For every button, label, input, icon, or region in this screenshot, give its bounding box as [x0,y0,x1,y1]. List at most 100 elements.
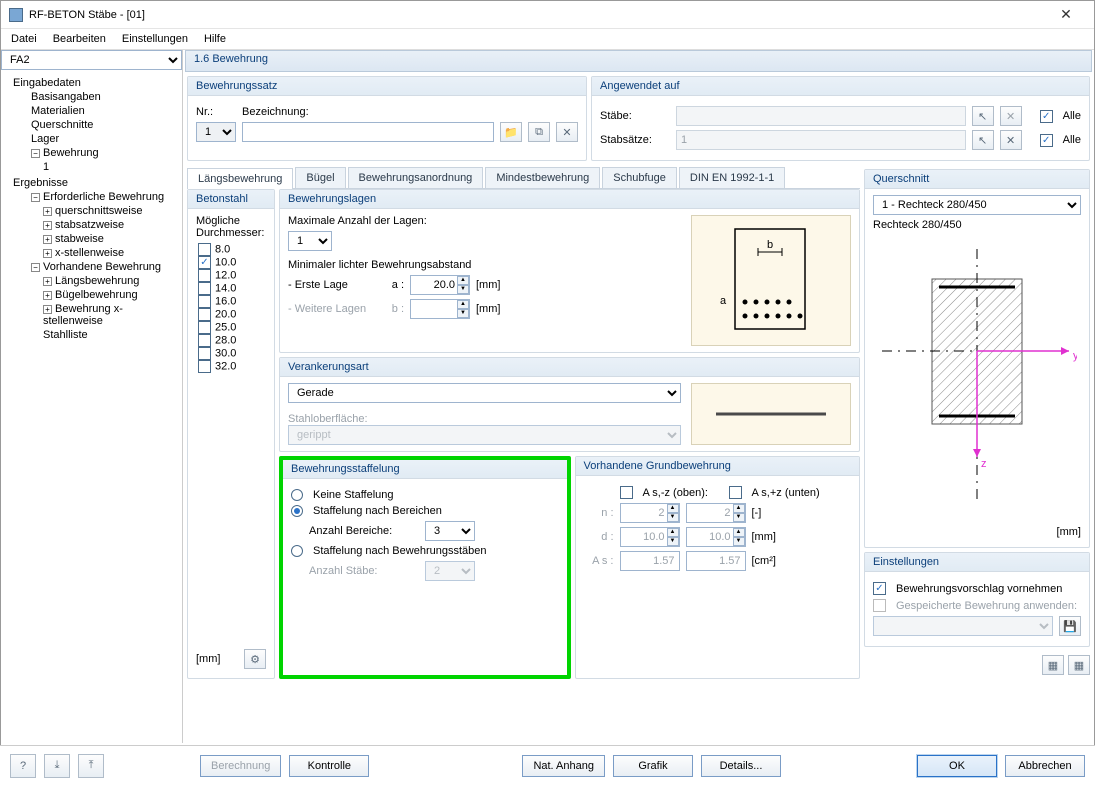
tree-erf[interactable]: −Erforderliche Bewehrung [3,190,180,204]
dia-28[interactable]: 28.0 [196,334,266,347]
tree-vorh[interactable]: −Vorhandene Bewehrung [3,260,180,274]
opt-gespeichert[interactable]: Gespeicherte Bewehrung anwenden: [873,599,1081,612]
pick-button[interactable]: ↖ [972,106,994,126]
dia-16[interactable]: 16.0 [196,295,266,308]
dia-32[interactable]: 32.0 [196,360,266,373]
collapse-icon[interactable]: − [31,149,40,158]
nr-select[interactable]: 1 [196,122,236,142]
tab-laengsbewehrung[interactable]: Längsbewehrung [187,168,293,189]
menu-settings[interactable]: Einstellungen [122,33,188,45]
opt-vorschlag[interactable]: ✓Bewehrungsvorschlag vornehmen [873,582,1081,595]
settings-button[interactable]: ⚙ [244,649,266,669]
folder-button[interactable]: 📁 [500,122,522,142]
dia-8[interactable]: 8.0 [196,243,266,256]
tree-stahlliste[interactable]: Stahlliste [3,328,180,342]
tab-din[interactable]: DIN EN 1992-1-1 [679,167,785,188]
dia-25[interactable]: 25.0 [196,321,266,334]
tree-xsw[interactable]: +x-stellenweise [3,246,180,260]
as-unten-check[interactable] [729,486,742,499]
menu-file[interactable]: Datei [11,33,37,45]
max-lagen-select[interactable]: 1 [288,231,332,251]
weitere-input: ▲▼ [410,299,470,319]
tab-anordnung[interactable]: Bewehrungsanordnung [348,167,484,188]
tab-schubfuge[interactable]: Schubfuge [602,167,677,188]
view-button-1[interactable]: ▦ [1042,655,1064,675]
titlebar: RF-BETON Stäbe - [01] ✕ [1,1,1094,29]
alle-label: Alle [1063,110,1081,122]
tree-bewx[interactable]: +Bewehrung x-stellenweise [3,302,180,328]
save-button[interactable]: 💾 [1059,616,1081,636]
tree-stw[interactable]: +stabweise [3,232,180,246]
tree-lager[interactable]: Lager [3,132,180,146]
expand-icon[interactable]: + [43,249,52,258]
bars-select: 2 [425,561,475,581]
details-button[interactable]: Details... [701,755,781,777]
diameter-list: 8.0 ✓10.0 12.0 14.0 16.0 20.0 25.0 28.0 … [196,243,266,649]
collapse-icon[interactable]: − [31,193,40,202]
group-betonstahl: Betonstahl Mögliche Durchmesser: 8.0 ✓10… [187,189,275,679]
expand-icon[interactable]: + [43,305,52,314]
tab-buegel[interactable]: Bügel [295,167,345,188]
as-oben-val [620,551,680,571]
group-grundbewehrung: Vorhandene Grundbewehrung A s,-z (oben):… [575,456,861,679]
dia-20[interactable]: 20.0 [196,308,266,321]
dia-14[interactable]: 14.0 [196,282,266,295]
bezeichnung-input[interactable] [242,122,494,142]
alle-staebe-check[interactable]: ✓ [1040,110,1053,123]
tree-bew-1[interactable]: 1 [3,160,180,174]
verank-select[interactable]: Gerade [288,383,681,403]
close-icon[interactable]: ✕ [1046,6,1086,23]
expand-icon[interactable]: + [43,207,52,216]
tree-ssw[interactable]: +stabsatzweise [3,218,180,232]
dia-30[interactable]: 30.0 [196,347,266,360]
tree-ergebnisse[interactable]: Ergebnisse [3,176,180,190]
expand-icon[interactable]: + [43,235,52,244]
stabsaetze-field [676,130,966,150]
collapse-icon[interactable]: − [31,263,40,272]
menu-help[interactable]: Hilfe [204,33,226,45]
surf-label: Stahloberfläche: [288,413,681,425]
tree-materialien[interactable]: Materialien [3,104,180,118]
dia-10[interactable]: ✓10.0 [196,256,266,269]
nat-anhang-button[interactable]: Nat. Anhang [522,755,605,777]
pick-button[interactable]: ↖ [972,130,994,150]
menu-edit[interactable]: Bearbeiten [53,33,106,45]
grafik-button[interactable]: Grafik [613,755,693,777]
tree-bügel[interactable]: +Bügelbewehrung [3,288,180,302]
as-oben-check[interactable] [620,486,633,499]
tree-qsw[interactable]: +querschnittsweise [3,204,180,218]
areas-select[interactable]: 3 [425,521,475,541]
opt-bereiche[interactable]: Staffelung nach Bereichen [291,505,559,517]
clear-button[interactable]: ✕ [1000,106,1022,126]
tree-eingabedaten[interactable]: Eingabedaten [3,76,180,90]
clear-button[interactable]: ✕ [1000,130,1022,150]
abbrechen-button[interactable]: Abbrechen [1005,755,1085,777]
dia-12[interactable]: 12.0 [196,269,266,282]
kontrolle-button[interactable]: Kontrolle [289,755,369,777]
help-button[interactable]: ? [10,754,36,778]
opt-staebe[interactable]: Staffelung nach Bewehrungsstäben [291,545,559,557]
tree-langs[interactable]: +Längsbewehrung [3,274,180,288]
window-title: RF-BETON Stäbe - [01] [29,9,1046,21]
qs-select[interactable]: 1 - Rechteck 280/450 [873,195,1081,215]
erste-input[interactable]: ▲▼ [410,275,470,295]
tab-mindest[interactable]: Mindestbewehrung [485,167,600,188]
alle-stabsaetze-check[interactable]: ✓ [1040,134,1053,147]
tree-querschnitte[interactable]: Querschnitte [3,118,180,132]
export-button[interactable]: ⤓ [44,754,70,778]
ok-button[interactable]: OK [917,755,997,777]
svg-text:b: b [767,239,773,251]
expand-icon[interactable]: + [43,277,52,286]
copy-button[interactable]: ⧉ [528,122,550,142]
case-selector[interactable]: FA2 [1,50,182,70]
erste-sym: a : [384,279,404,291]
expand-icon[interactable]: + [43,221,52,230]
berechnung-button[interactable]: Berechnung [200,755,281,777]
tree-basisangaben[interactable]: Basisangaben [3,90,180,104]
opt-keine[interactable]: Keine Staffelung [291,489,559,501]
expand-icon[interactable]: + [43,291,52,300]
import-button[interactable]: ⤒ [78,754,104,778]
view-button-2[interactable]: ▦ [1068,655,1090,675]
delete-button[interactable]: ✕ [556,122,578,142]
tree-bewehrung[interactable]: −Bewehrung [3,146,180,160]
